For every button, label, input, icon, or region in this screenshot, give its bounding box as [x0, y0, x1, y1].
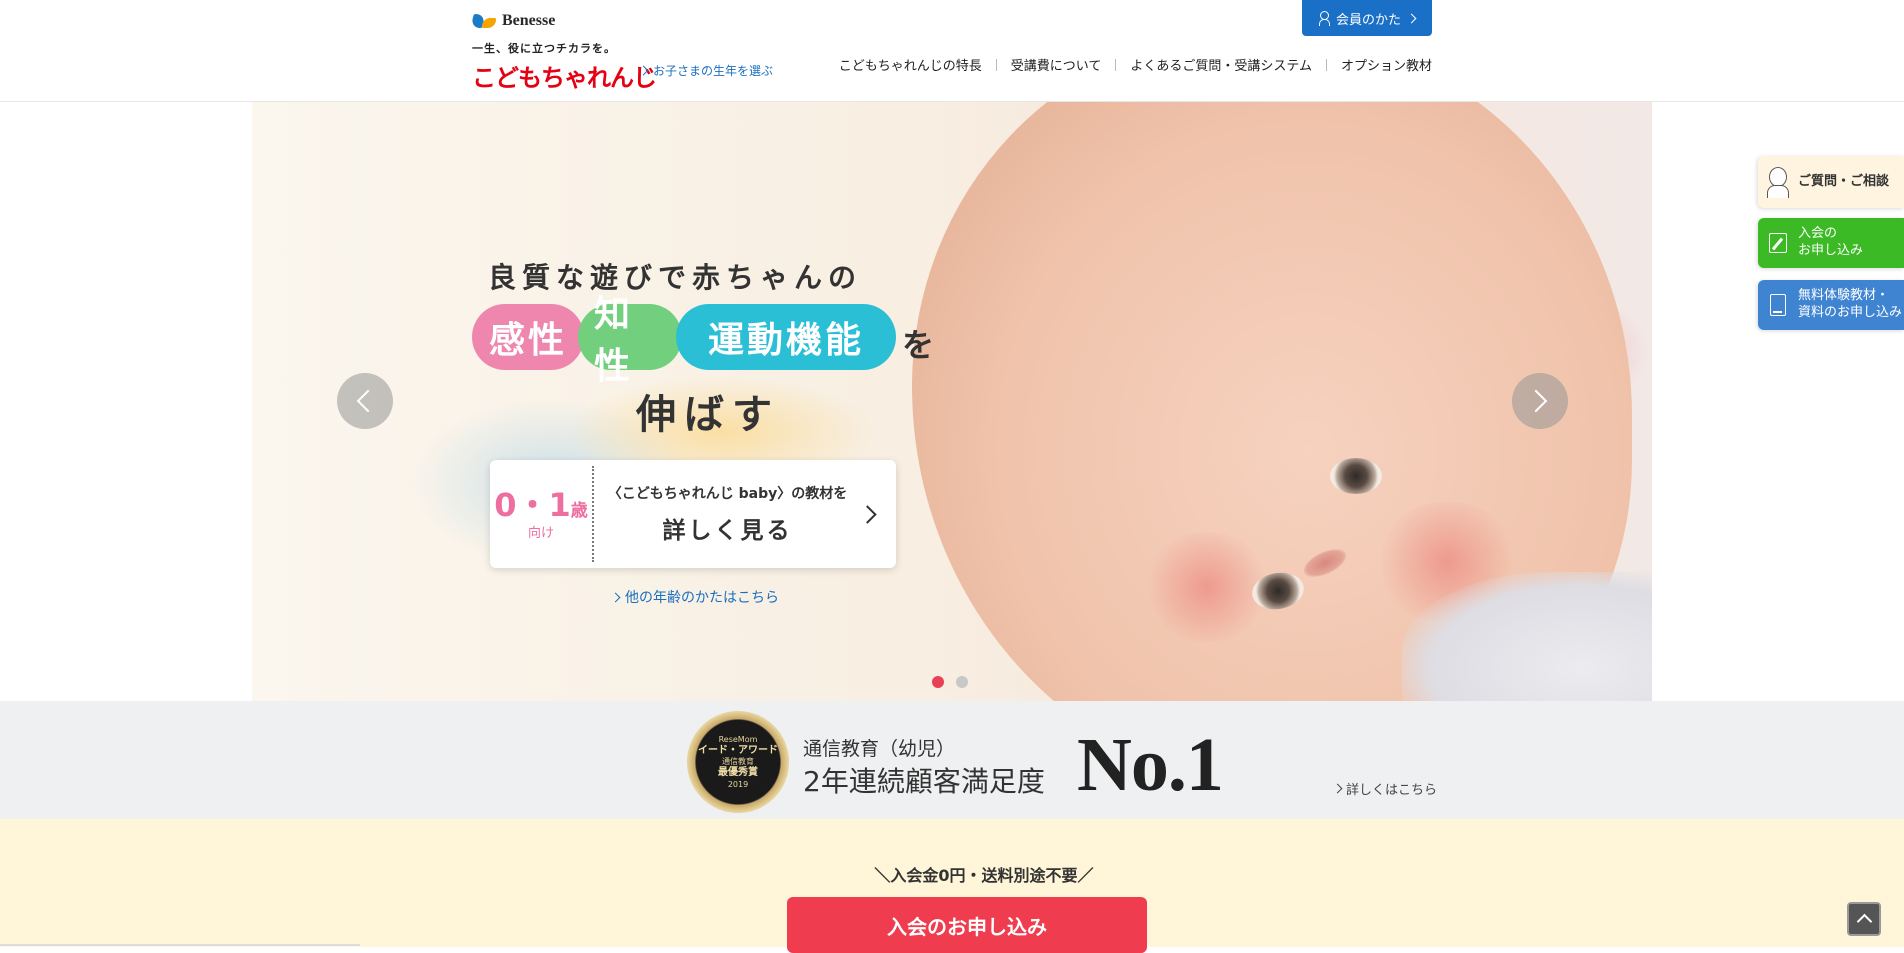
page-top-button[interactable]: [1847, 902, 1881, 936]
pencil-form-icon: [1769, 233, 1787, 253]
award-rank: No.1: [1077, 723, 1224, 807]
nav-fees[interactable]: 受講費について: [997, 55, 1116, 74]
slider-next-button[interactable]: [1512, 373, 1568, 429]
award-detail-link[interactable]: 詳しくはこちら: [1332, 779, 1438, 798]
birth-year-select-label: お子さまの生年を選ぶ: [653, 64, 774, 78]
baby-photo-eye: [1330, 458, 1382, 494]
hero-slider: [252, 102, 1652, 701]
nav-options[interactable]: オプション教材: [1327, 55, 1432, 74]
award-medal-icon: ReseMom イード・アワード 通信教育 最優秀賞 2019: [687, 711, 789, 813]
card-body: 〈こどもちゃれんじ baby〉の教材を 詳しく見る: [594, 483, 861, 545]
side-tab-trial-line2: 資料のお申し込み: [1798, 305, 1903, 320]
member-button-label: 会員のかた: [1335, 12, 1401, 28]
global-nav: こどもちゃれんじの特長 受講費について よくあるご質問・受講システム オプション…: [825, 55, 1432, 74]
slider-dots: [932, 676, 968, 688]
medal-line2: イード・アワード: [698, 744, 778, 756]
chevron-right-icon: [858, 504, 877, 524]
member-button[interactable]: 会員のかた: [1302, 0, 1432, 36]
side-tab-trial-label: 無料体験教材・ 資料のお申し込み: [1798, 288, 1902, 322]
card-title: 詳しく見る: [662, 518, 793, 544]
hero-particle: を: [902, 326, 935, 364]
award-subtitle: 通信教育（幼児）: [803, 738, 956, 760]
chevron-left-icon: [356, 389, 380, 413]
side-tab-apply-label: 入会の お申し込み: [1798, 226, 1863, 260]
age-unit: 歳: [570, 500, 588, 521]
chevron-right-icon: [1406, 13, 1417, 23]
join-button[interactable]: 入会のお申し込み: [787, 897, 1147, 953]
medal-line1: ReseMom: [718, 734, 758, 744]
side-tab-apply-line2: お申し込み: [1798, 243, 1864, 258]
tagline: 一生、役に立つチカラを。: [472, 42, 616, 55]
baby-detail-card[interactable]: 0・1歳 向け 〈こどもちゃれんじ baby〉の教材を 詳しく見る: [490, 460, 896, 568]
award-title: 2年連続顧客満足度: [803, 765, 1045, 798]
benesse-logo-text: Benesse: [502, 12, 556, 29]
nav-features[interactable]: こどもちゃれんじの特長: [825, 55, 996, 74]
benesse-logo: Benesse: [472, 12, 656, 30]
other-age-link[interactable]: 他の年齢のかたはこちら: [610, 587, 779, 607]
benesse-mark-icon: [472, 12, 498, 30]
pill-intelligence: 知性: [578, 294, 682, 387]
slider-prev-button[interactable]: [337, 373, 393, 429]
medal-line4: 最優秀賞: [718, 767, 758, 778]
slider-dot-2[interactable]: [956, 676, 968, 688]
book-icon: [1770, 294, 1786, 316]
side-tab-contact-label: ご質問・ご相談: [1798, 173, 1890, 189]
chevron-up-icon: [1856, 913, 1873, 930]
other-age-label: 他の年齢のかたはこちら: [625, 590, 779, 606]
pill-sensitivity: 感性: [472, 304, 584, 370]
slider-dot-1[interactable]: [932, 676, 944, 688]
award-detail-label: 詳しくはこちら: [1346, 783, 1438, 798]
brand-block[interactable]: Benesse 一生、役に立つチカラを。 こどもちゃれんじ: [472, 12, 657, 93]
medal-line3: 通信教育: [722, 757, 754, 766]
person-illustration-icon: [1767, 167, 1789, 198]
side-tab-contact[interactable]: ご質問・ご相談: [1758, 156, 1904, 208]
side-tab-free-trial[interactable]: 無料体験教材・ 資料のお申し込み: [1758, 280, 1904, 330]
chevron-right-icon: [1524, 389, 1548, 413]
side-tab-trial-line1: 無料体験教材・: [1798, 288, 1890, 304]
hero-pills: 感性 知性 運動機能 を: [472, 294, 935, 387]
age-badge: 0・1歳 向け: [490, 489, 592, 540]
age-number: 0・1: [494, 485, 571, 524]
hero-headline-line1: 良質な遊びで赤ちゃんの: [488, 261, 863, 294]
chevron-right-icon: [638, 65, 649, 76]
chevron-right-icon: [610, 592, 621, 602]
nav-faq[interactable]: よくあるご質問・受講システム: [1116, 55, 1326, 74]
side-tab-apply-line1: 入会の: [1798, 226, 1838, 242]
side-tab-apply[interactable]: 入会の お申し込み: [1758, 218, 1904, 268]
kodomo-challenge-logo[interactable]: こどもちゃれんじ: [472, 58, 657, 93]
hero-headline-line3: 伸ばす: [636, 392, 780, 438]
medal-year: 2019: [727, 779, 749, 789]
chevron-right-icon: [1332, 783, 1343, 794]
birth-year-select-link[interactable]: お子さまの生年を選ぶ: [638, 62, 774, 79]
age-suffix: 向け: [527, 525, 554, 541]
person-icon: [1318, 11, 1330, 26]
divider: [0, 944, 360, 946]
card-subtitle: 〈こどもちゃれんじ baby〉の教材を: [607, 486, 848, 502]
join-note: ＼入会金0円・送料別途不要／: [874, 866, 1094, 885]
site-header: Benesse 一生、役に立つチカラを。 こどもちゃれんじ お子さまの生年を選ぶ…: [0, 0, 1904, 102]
pill-motor-function: 運動機能: [676, 304, 896, 370]
